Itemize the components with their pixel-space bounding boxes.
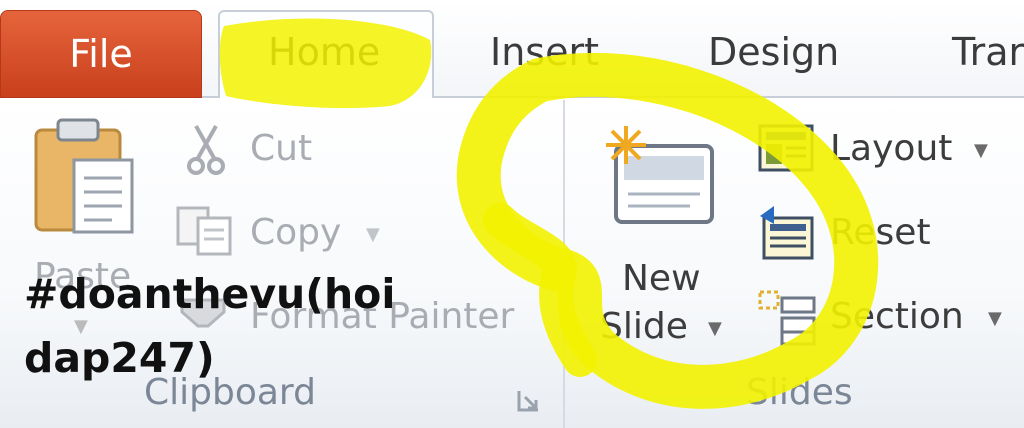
copy-button[interactable]: Copy	[250, 212, 341, 253]
new-slide-label-line1[interactable]: New	[622, 258, 701, 299]
section-dropdown-icon[interactable]: ▼	[988, 308, 1002, 329]
overlay-caption-line1: #doanthevu(hoi	[24, 270, 396, 318]
copy-icon	[176, 206, 232, 256]
cut-button[interactable]: Cut	[250, 128, 312, 169]
layout-dropdown-icon[interactable]: ▼	[974, 140, 988, 161]
copy-dropdown-icon[interactable]: ▼	[366, 224, 380, 245]
section-icon	[758, 290, 816, 346]
reset-icon	[760, 206, 814, 260]
tab-home-label[interactable]: Home	[268, 30, 380, 74]
overlay-caption: #doanthevu(hoi dap247)	[24, 262, 464, 390]
dialog-launcher-icon[interactable]	[516, 388, 542, 414]
slides-group-label: Slides	[746, 372, 853, 413]
cut-icon	[187, 125, 225, 175]
tab-file[interactable]: File	[0, 10, 202, 98]
layout-icon	[758, 124, 814, 172]
tab-file-label: File	[69, 32, 133, 76]
new-slide-dropdown-icon[interactable]: ▼	[708, 318, 722, 339]
tab-design[interactable]: Design	[708, 30, 839, 74]
tab-transitions[interactable]: Trar	[952, 30, 1024, 74]
group-separator	[563, 100, 565, 428]
overlay-caption-line2: dap247)	[24, 334, 215, 382]
layout-button[interactable]: Layout	[830, 128, 952, 169]
section-button[interactable]: Section	[830, 296, 964, 337]
paste-icon[interactable]	[30, 116, 140, 240]
new-slide-icon[interactable]	[600, 124, 718, 228]
tab-insert[interactable]: Insert	[490, 30, 599, 74]
reset-button[interactable]: Reset	[830, 212, 931, 253]
new-slide-label-line2[interactable]: Slide	[600, 306, 688, 347]
